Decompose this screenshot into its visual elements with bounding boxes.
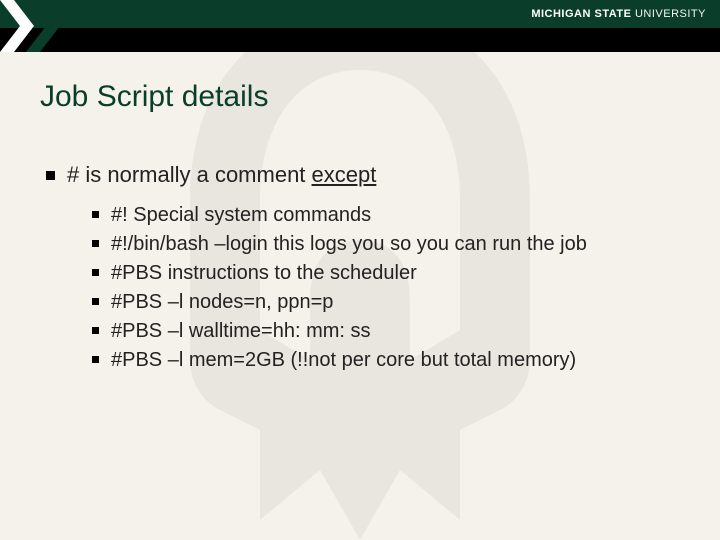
square-bullet-icon — [92, 240, 99, 247]
chevron-green-icon — [26, 0, 66, 52]
square-bullet-icon — [92, 269, 99, 276]
square-bullet-icon — [92, 327, 99, 334]
university-name-bold: MICHIGAN STATE — [531, 8, 631, 20]
list-item: #PBS instructions to the scheduler — [92, 260, 680, 287]
content-area: Job Script details # is normally a comme… — [0, 52, 720, 374]
sub-bullet-text: #PBS –l mem=2GB (!!not per core but tota… — [111, 347, 671, 374]
list-item: #! Special system commands — [92, 202, 680, 229]
list-item: #PBS –l walltime=hh: mm: ss — [92, 318, 680, 345]
square-bullet-icon — [92, 298, 99, 305]
square-bullet-icon — [46, 171, 55, 180]
slide-title: Job Script details — [40, 80, 680, 114]
main-bullet-prefix: # is normally a comment — [67, 162, 312, 187]
sub-bullet-text: #!/bin/bash –login this logs you so you … — [111, 231, 671, 258]
university-label: MICHIGAN STATE UNIVERSITY — [531, 8, 706, 20]
sub-bullet-text: #PBS –l walltime=hh: mm: ss — [111, 318, 671, 345]
sub-bullet-list: #! Special system commands #!/bin/bash –… — [40, 202, 680, 374]
list-item: #PBS –l nodes=n, ppn=p — [92, 289, 680, 316]
slide: MICHIGAN STATE UNIVERSITY Job Script det… — [0, 0, 720, 540]
main-bullet: # is normally a comment except — [40, 162, 680, 188]
square-bullet-icon — [92, 356, 99, 363]
sub-bullet-text: #PBS –l nodes=n, ppn=p — [111, 289, 671, 316]
chevron-decor — [0, 0, 68, 52]
list-item: #PBS –l mem=2GB (!!not per core but tota… — [92, 347, 680, 374]
university-name-thin: UNIVERSITY — [631, 8, 706, 20]
list-item: #!/bin/bash –login this logs you so you … — [92, 231, 680, 258]
main-bullet-text: # is normally a comment except — [67, 162, 376, 188]
sub-bullet-text: #! Special system commands — [111, 202, 671, 229]
sub-bullet-text: #PBS instructions to the scheduler — [111, 260, 671, 287]
top-bar: MICHIGAN STATE UNIVERSITY — [0, 0, 720, 28]
square-bullet-icon — [92, 211, 99, 218]
black-strip — [0, 28, 720, 52]
main-bullet-except: except — [312, 162, 377, 187]
